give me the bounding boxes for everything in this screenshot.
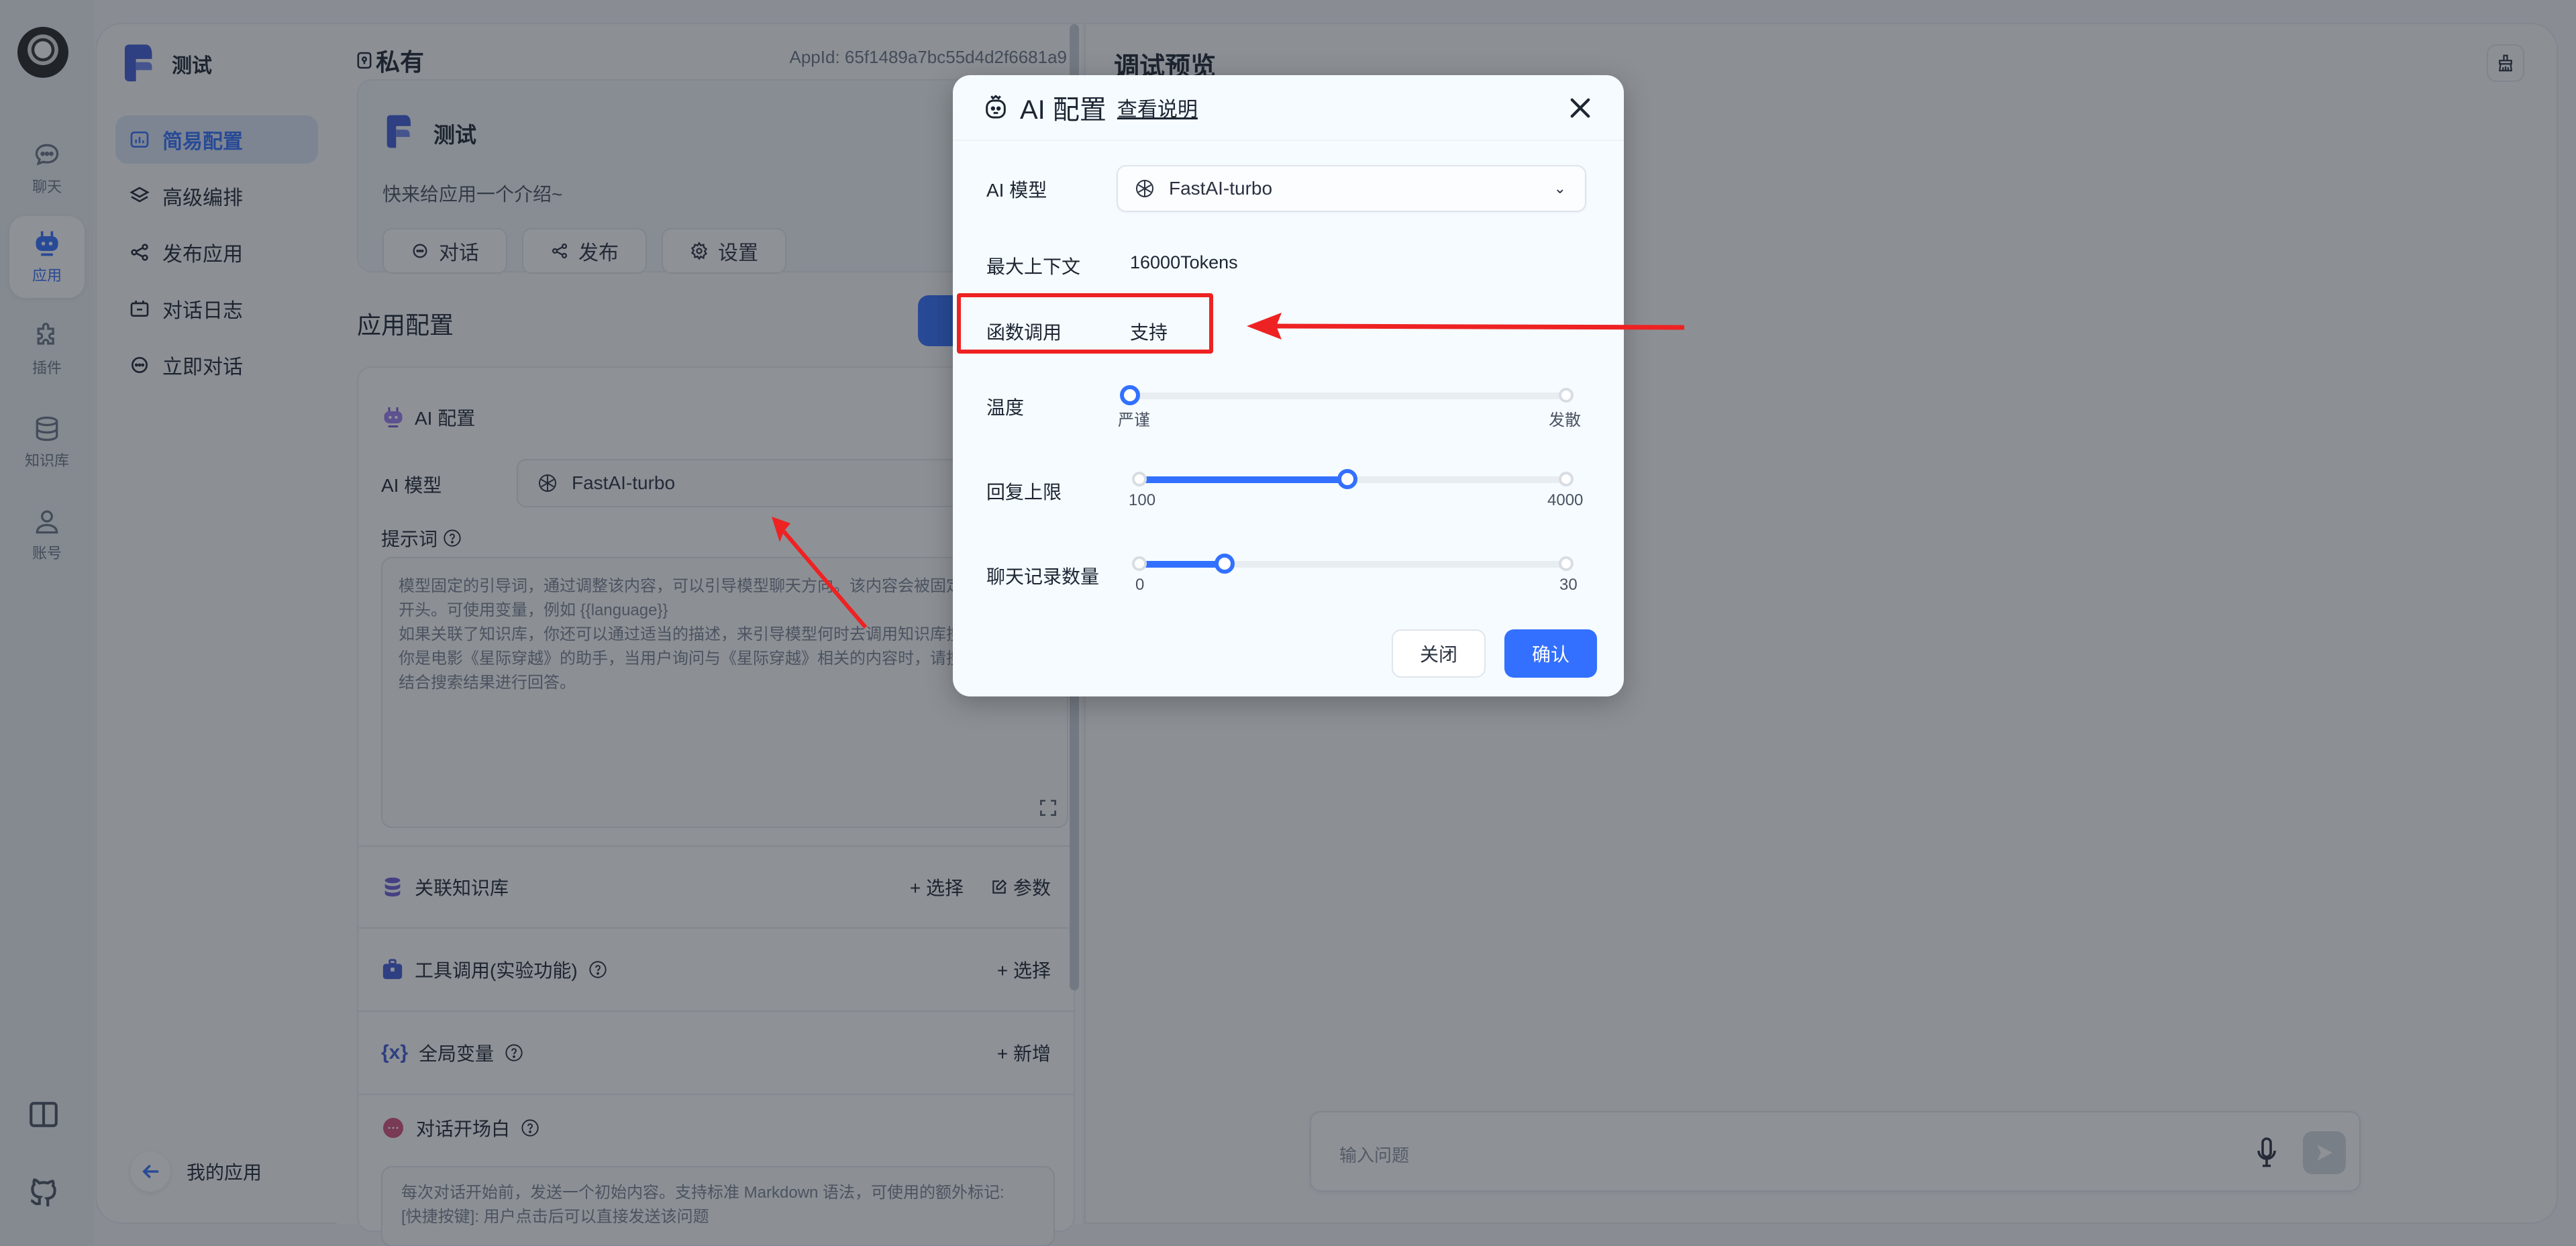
robot-icon (986, 95, 1006, 119)
ai-config-modal: AI 配置 查看说明 AI 模型 FastAI-turbo ⌄ 最大上下文 16… (953, 75, 1624, 696)
close-button[interactable]: 关闭 (1392, 629, 1486, 678)
temperature-slider[interactable] (1120, 385, 1574, 405)
slider-fill (1139, 476, 1347, 483)
slider-start-mark (1132, 472, 1147, 486)
model-value: FastAI-turbo (1169, 178, 1273, 199)
max-tokens-min: 100 (1129, 491, 1156, 509)
max-tokens-slider[interactable] (1132, 469, 1574, 489)
history-min: 0 (1135, 576, 1145, 594)
temperature-label: 温度 (986, 397, 1025, 418)
close-icon[interactable] (1566, 94, 1594, 122)
slider-start-mark (1132, 556, 1147, 571)
slider-end-mark (1559, 556, 1574, 571)
model-select[interactable]: FastAI-turbo ⌄ (1117, 165, 1586, 212)
slider-handle[interactable] (1120, 385, 1140, 405)
slider-handle[interactable] (1337, 469, 1357, 489)
history-slider[interactable] (1132, 554, 1574, 574)
temperature-min-label: 严谨 (1118, 411, 1150, 429)
max-tokens-label: 回复上限 (986, 482, 1062, 503)
max-context-label: 最大上下文 (986, 256, 1081, 277)
annotation-highlight-box (957, 293, 1213, 354)
history-max: 30 (1559, 576, 1578, 594)
confirm-button[interactable]: 确认 (1504, 629, 1597, 678)
max-context-value: 16000Tokens (1130, 252, 1238, 272)
slider-handle[interactable] (1215, 554, 1235, 574)
slider-fill (1139, 561, 1225, 568)
model-label: AI 模型 (986, 180, 1047, 201)
history-label: 聊天记录数量 (986, 566, 1100, 587)
modal-header: AI 配置 查看说明 (953, 75, 1624, 141)
close-label: 关闭 (1419, 644, 1457, 665)
modal-title: AI 配置 (1020, 95, 1106, 125)
max-tokens-max: 4000 (1547, 491, 1584, 509)
slider-end-mark (1559, 472, 1574, 486)
temperature-max-label: 发散 (1549, 411, 1581, 429)
help-link[interactable]: 查看说明 (1117, 93, 1198, 122)
slider-track (1130, 393, 1566, 399)
chevron-down-icon: ⌄ (1553, 180, 1566, 197)
slider-end-mark (1559, 388, 1574, 403)
openai-icon (1136, 180, 1153, 197)
confirm-label: 确认 (1531, 644, 1569, 665)
